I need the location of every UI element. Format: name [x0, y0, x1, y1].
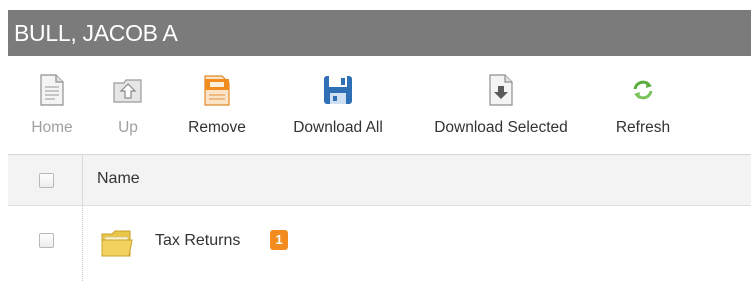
column-divider: [82, 206, 84, 281]
toolbar: Home Up Remove Download All Download Sel…: [8, 56, 751, 155]
column-divider: [82, 155, 83, 205]
table-header: Name: [8, 155, 751, 206]
document-icon: [36, 74, 68, 106]
up-button[interactable]: Up: [106, 56, 150, 154]
remove-document-icon: [201, 74, 233, 106]
home-label: Home: [31, 119, 73, 136]
remove-button[interactable]: Remove: [184, 56, 250, 154]
client-name-title: BULL, JACOB A: [14, 19, 178, 46]
table-row[interactable]: Tax Returns 1: [8, 206, 751, 281]
download-all-button[interactable]: Download All: [286, 56, 390, 154]
select-all-checkbox[interactable]: [39, 173, 54, 188]
item-count-badge: 1: [270, 230, 288, 250]
file-browser-panel: BULL, JACOB A Home Up Remove Download Al…: [8, 10, 751, 281]
refresh-button[interactable]: Refresh: [610, 56, 676, 154]
download-document-icon: [485, 74, 517, 106]
download-selected-label: Download Selected: [434, 119, 568, 136]
home-button[interactable]: Home: [26, 56, 78, 154]
remove-label: Remove: [188, 119, 246, 136]
refresh-label: Refresh: [615, 119, 671, 136]
title-bar: BULL, JACOB A: [8, 10, 751, 56]
folder-icon: [99, 225, 135, 261]
refresh-icon: [627, 74, 659, 106]
up-label: Up: [118, 119, 138, 136]
row-checkbox[interactable]: [39, 233, 54, 248]
name-column-header[interactable]: Name: [97, 170, 140, 188]
folder-up-icon: [112, 74, 144, 106]
folder-name[interactable]: Tax Returns: [155, 232, 240, 250]
download-all-label: Download All: [293, 119, 383, 136]
floppy-disk-icon: [322, 74, 354, 106]
download-selected-button[interactable]: Download Selected: [424, 56, 578, 154]
